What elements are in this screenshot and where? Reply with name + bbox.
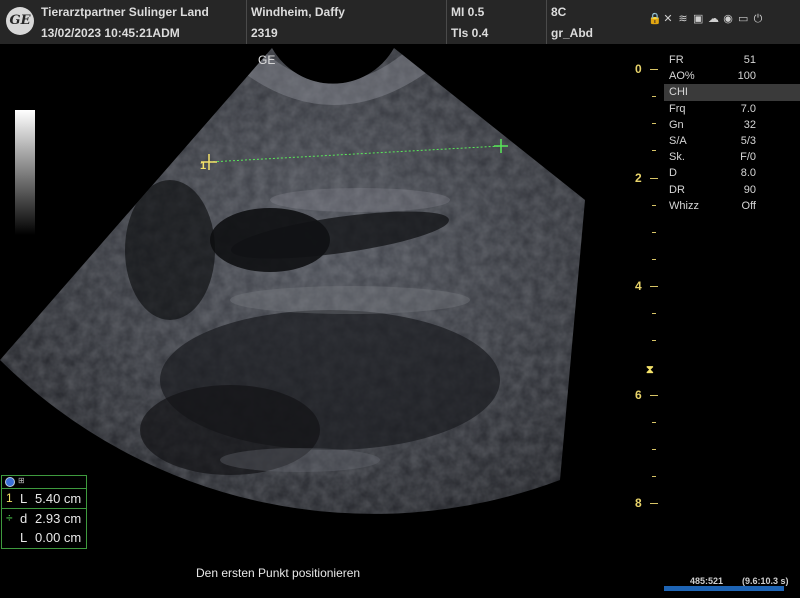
- thermal-index: TIs 0.4: [451, 26, 489, 40]
- cine-progress-bar[interactable]: [664, 586, 784, 591]
- depth-tick: [650, 69, 658, 70]
- disk-icon: ▣: [693, 13, 704, 25]
- depth-tick: [650, 395, 658, 396]
- depth-tick: [652, 476, 656, 477]
- cloud-icon: ☁: [708, 13, 719, 25]
- depth-label: 0: [635, 62, 642, 76]
- instruction-prompt: Den ersten Punkt positionieren: [196, 566, 361, 580]
- depth-tick: [652, 449, 656, 450]
- param-sk: Sk. F/0: [669, 151, 756, 164]
- depth-tick: [650, 178, 658, 179]
- measurement-row: L 0.00 cm: [20, 530, 82, 545]
- preset-name: gr_Abd: [551, 26, 593, 40]
- mechanical-index: MI 0.5: [451, 5, 485, 19]
- imaging-parameters: FR 51 AO% 100 CHI Frq 7.0 Gn 32 S/A 5/3 Sk. F/…: [664, 52, 800, 214]
- header-divider: [246, 0, 247, 44]
- param-gain: Gn 32: [669, 118, 756, 131]
- depth-label: 4: [635, 279, 642, 293]
- patient-id: 2319: [251, 26, 278, 40]
- param-dynamic-range: DR 90: [669, 183, 756, 196]
- header-divider: [446, 0, 447, 44]
- header-divider: [546, 0, 547, 44]
- depth-tick: [652, 150, 656, 151]
- wifi-icon: ≋: [678, 13, 688, 25]
- cine-frame-counter: 485:521: [690, 576, 724, 586]
- depth-tick: [650, 286, 658, 287]
- lock-icon: 🔒: [648, 13, 662, 25]
- battery-icon: ▭: [738, 13, 749, 25]
- param-ao: AO% 100: [669, 70, 756, 83]
- top-status-bar: GE Tierarztpartner Sulinger Land 13/02/2…: [0, 0, 800, 44]
- caliper-number: 1: [200, 160, 207, 172]
- param-frequency: Frq 7.0: [669, 102, 756, 115]
- power-icon: ⏻: [753, 13, 763, 25]
- patient-name: Windheim, Daffy: [251, 5, 345, 19]
- depth-tick: [652, 123, 656, 124]
- depth-tick: [652, 232, 656, 233]
- facility-name: Tierarztpartner Sulinger Land: [41, 5, 209, 19]
- depth-tick: [652, 259, 656, 260]
- depth-tick: [652, 422, 656, 423]
- param-sa: S/A 5/3: [669, 134, 756, 147]
- measurement-results[interactable]: ⊞ 1 L 5.40 cm ÷ d 2.93 cm L 0.00 cm: [1, 475, 87, 549]
- param-depth: D 8.0: [669, 167, 756, 180]
- depth-tick: [652, 340, 656, 341]
- error-icon: ✕: [663, 13, 673, 25]
- ultrasound-image[interactable]: [0, 44, 640, 544]
- param-whizz: Whizz Off: [669, 199, 756, 212]
- param-fr: FR 51: [669, 54, 756, 66]
- ge-logo: GE: [6, 7, 34, 35]
- exam-datetime: 13/02/2023 10:45:21ADM: [41, 26, 180, 40]
- measurement-row: 1 L 5.40 cm: [6, 491, 82, 506]
- measurement-mode-icon: ⊞: [18, 476, 25, 485]
- depth-tick: [652, 96, 656, 97]
- param-chi: CHI: [664, 84, 800, 101]
- depth-tick: [652, 313, 656, 314]
- depth-label: 8: [635, 496, 642, 510]
- probe-name: 8C: [551, 5, 567, 19]
- greyscale-bar: [15, 110, 35, 235]
- depth-tick: [650, 503, 658, 504]
- focus-marker-icon[interactable]: ⧗: [646, 364, 654, 377]
- measurement-header: ⊞: [2, 476, 86, 489]
- measurement-type-icon: [5, 477, 15, 487]
- system-status-icons: 🔒 ✕ ≋ ▣ ☁ ◉ ▭ ⏻: [648, 13, 763, 25]
- orientation-label: GE: [258, 53, 276, 67]
- network-icon: ◉: [723, 13, 733, 25]
- measurement-row: ÷ d 2.93 cm: [2, 508, 86, 528]
- depth-tick: [652, 205, 656, 206]
- depth-label: 2: [635, 171, 642, 185]
- cine-time: (9.6:10.3 s): [742, 576, 789, 586]
- depth-label: 6: [635, 388, 642, 402]
